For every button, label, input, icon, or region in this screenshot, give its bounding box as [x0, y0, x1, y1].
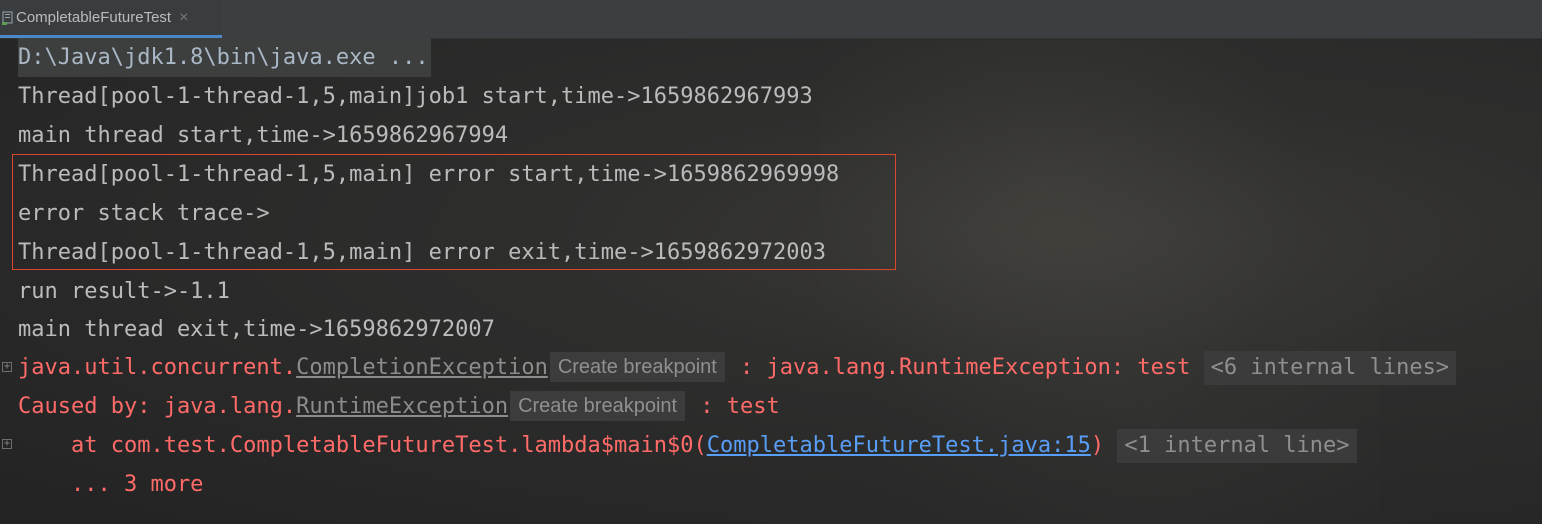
create-breakpoint-button[interactable]: Create breakpoint: [549, 352, 725, 382]
tab-bar: CompletableFutureTest ×: [0, 0, 1542, 39]
ide-window: CompletableFutureTest × D:\Java\jdk1.8\b…: [0, 0, 1542, 524]
create-breakpoint-button[interactable]: Create breakpoint: [510, 391, 686, 421]
caused-by-message: : test: [687, 394, 780, 419]
tab-completable-future-test[interactable]: CompletableFutureTest ×: [0, 0, 222, 38]
exception-message: : java.lang.RuntimeException: test: [726, 355, 1204, 380]
console-line: main thread exit,time->1659862972007: [18, 317, 495, 342]
stack-frame-line: at com.test.CompletableFutureTest.lambda…: [18, 426, 1357, 465]
expand-fold-icon[interactable]: +: [2, 439, 12, 449]
console-line: run result->-1.1: [18, 279, 230, 304]
caused-by-class-link[interactable]: RuntimeException: [296, 394, 508, 419]
caused-by-prefix: Caused by: java.lang.: [18, 394, 297, 419]
caused-by-line: Caused by: java.lang.RuntimeException Cre…: [18, 387, 780, 426]
tab-label: CompletableFutureTest: [16, 9, 172, 26]
internal-lines-fold[interactable]: <6 internal lines>: [1203, 351, 1457, 385]
exception-class-link[interactable]: CompletionException: [296, 355, 548, 380]
exception-line: java.util.concurrent.CompletionException…: [18, 348, 1457, 387]
expand-fold-icon[interactable]: +: [2, 362, 12, 372]
console-line: error stack trace->: [18, 201, 270, 226]
vertical-scrollbar[interactable]: [1538, 38, 1542, 524]
close-icon[interactable]: ×: [179, 9, 188, 27]
console-line: Thread[pool-1-thread-1,5,main] error sta…: [18, 162, 840, 187]
source-file-link[interactable]: CompletableFutureTest.java:15: [707, 433, 1091, 458]
console-icon: [2, 11, 14, 25]
stack-frame-prefix: at com.test.CompletableFutureTest.lambda…: [18, 433, 707, 458]
console-output[interactable]: D:\Java\jdk1.8\bin\java.exe ... Thread[p…: [0, 38, 1542, 524]
more-frames-line: ... 3 more: [18, 472, 204, 497]
stack-frame-close: ): [1090, 433, 1105, 458]
command-line[interactable]: D:\Java\jdk1.8\bin\java.exe ...: [18, 38, 431, 77]
console-line: Thread[pool-1-thread-1,5,main]job1 start…: [18, 84, 813, 109]
exception-prefix: java.util.concurrent.: [18, 355, 297, 380]
console-line: main thread start,time->1659862967994: [18, 123, 509, 148]
internal-line-fold[interactable]: <1 internal line>: [1117, 429, 1357, 463]
console-line: Thread[pool-1-thread-1,5,main] error exi…: [18, 240, 826, 265]
